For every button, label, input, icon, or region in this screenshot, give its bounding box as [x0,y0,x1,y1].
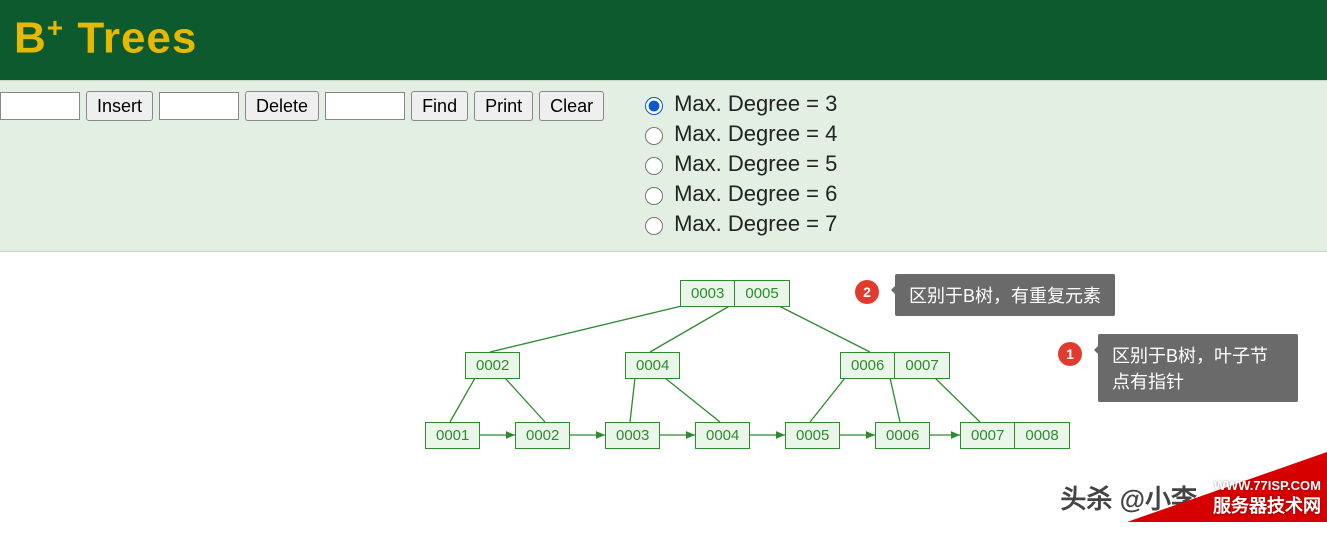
tree-leaf-node: 0001 [425,422,480,449]
corner-line1: WWW.77ISP.COM [1213,478,1321,495]
print-button[interactable]: Print [474,91,533,121]
tree-cell: 0001 [426,423,479,448]
title-pre: B [14,14,47,63]
tree-mid-node: 0006 0007 [840,352,950,379]
degree-radio-group: Max. Degree = 3 Max. Degree = 4 Max. Deg… [640,91,837,241]
delete-button[interactable]: Delete [245,91,319,121]
tree-cell: 0002 [516,423,569,448]
degree-option-3[interactable]: Max. Degree = 3 [640,91,837,117]
delete-input[interactable] [159,92,239,120]
degree-label: Max. Degree = 6 [674,181,837,207]
tree-mid-node: 0002 [465,352,520,379]
degree-radio-4[interactable] [645,127,663,145]
annotation-text: 区别于B树，有重复元素 [909,286,1101,306]
annotation-badge-2: 2 [855,280,879,304]
tree-cell: 0005 [735,281,788,306]
tree-cell: 0004 [696,423,749,448]
degree-option-7[interactable]: Max. Degree = 7 [640,211,837,237]
insert-input[interactable] [0,92,80,120]
annotation-box-1: 区别于B树，叶子节点有指针 [1098,334,1298,402]
tree-cell: 0004 [626,353,679,378]
tree-cell: 0008 [1015,423,1068,448]
degree-label: Max. Degree = 7 [674,211,837,237]
annotation-text: 区别于B树，叶子节点有指针 [1112,346,1268,392]
control-buttons: Insert Delete Find Print Clear [0,91,604,121]
annotation-box-2: 区别于B树，有重复元素 [895,274,1115,316]
annotation-badge-1: 1 [1058,342,1082,366]
tree-cell: 0003 [681,281,735,306]
degree-radio-3[interactable] [645,97,663,115]
tree-leaf-node: 0005 [785,422,840,449]
degree-option-5[interactable]: Max. Degree = 5 [640,151,837,177]
tree-cell: 0005 [786,423,839,448]
degree-label: Max. Degree = 5 [674,151,837,177]
page-header: B+ Trees [0,0,1327,80]
degree-radio-6[interactable] [645,187,663,205]
controls-bar: Insert Delete Find Print Clear Max. Degr… [0,80,1327,252]
annotation-num: 1 [1066,346,1074,362]
tree-leaf-node: 0003 [605,422,660,449]
title-post: Trees [64,14,197,63]
degree-radio-7[interactable] [645,217,663,235]
tree-leaf-node: 0004 [695,422,750,449]
tree-root-node: 0003 0005 [680,280,790,307]
find-button[interactable]: Find [411,91,468,121]
tree-cell: 0006 [841,353,895,378]
tree-cell: 0007 [895,353,948,378]
tree-cell: 0006 [876,423,929,448]
tree-leaf-node: 0006 [875,422,930,449]
page-title: B+ Trees [14,12,197,64]
tree-cell: 0003 [606,423,659,448]
degree-radio-5[interactable] [645,157,663,175]
tree-cell: 0002 [466,353,519,378]
tree-cell: 0007 [961,423,1015,448]
degree-option-4[interactable]: Max. Degree = 4 [640,121,837,147]
tree-leaf-node: 0002 [515,422,570,449]
clear-button[interactable]: Clear [539,91,604,121]
corner-banner-text: WWW.77ISP.COM 服务器技术网 [1213,478,1321,518]
annotation-num: 2 [863,284,871,300]
degree-label: Max. Degree = 3 [674,91,837,117]
tree-mid-node: 0004 [625,352,680,379]
degree-label: Max. Degree = 4 [674,121,837,147]
tree-canvas: 0003 0005 0002 0004 0006 0007 0001 0002 … [0,252,1327,522]
corner-line2: 服务器技术网 [1213,495,1321,518]
insert-button[interactable]: Insert [86,91,153,121]
degree-option-6[interactable]: Max. Degree = 6 [640,181,837,207]
title-sup: + [47,12,64,43]
find-input[interactable] [325,92,405,120]
tree-leaf-node: 0007 0008 [960,422,1070,449]
